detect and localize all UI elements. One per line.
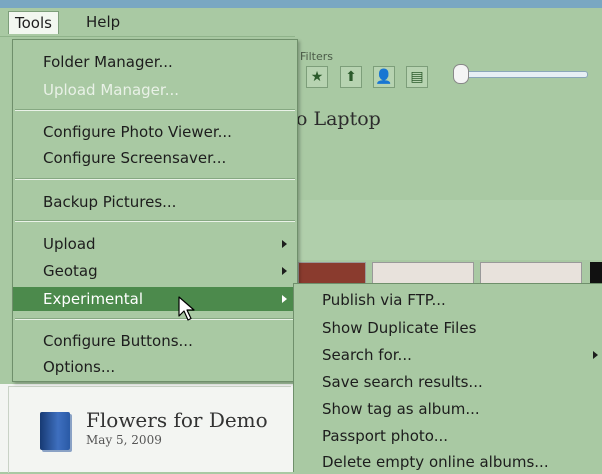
submenu-item-passport-photo[interactable]: Passport photo... bbox=[294, 424, 602, 448]
up-arrow-filter-icon[interactable]: ⬆ bbox=[340, 66, 362, 88]
menu-item-geotag[interactable]: Geotag bbox=[13, 259, 297, 283]
menu-item-backup-pictures[interactable]: Backup Pictures... bbox=[13, 190, 297, 214]
filter-slider-handle[interactable] bbox=[453, 64, 469, 84]
mouse-pointer-icon bbox=[178, 296, 195, 321]
menu-item-upload-manager: Upload Manager... bbox=[43, 81, 180, 99]
submenu-arrow-icon bbox=[593, 351, 598, 359]
menu-separator bbox=[15, 178, 295, 180]
submenu-item-save-search-results[interactable]: Save search results... bbox=[294, 370, 602, 394]
submenu-item-show-duplicates[interactable]: Show Duplicate Files bbox=[294, 316, 602, 340]
menu-item-configure-photo-viewer[interactable]: Configure Photo Viewer... bbox=[13, 120, 297, 144]
filter-slider-track[interactable] bbox=[460, 71, 588, 78]
menu-item-folder-manager[interactable]: Folder Manager... bbox=[13, 50, 297, 74]
submenu-item-search-for[interactable]: Search for... bbox=[294, 343, 602, 367]
person-filter-icon[interactable]: 👤 bbox=[373, 66, 395, 88]
filters-label: Filters bbox=[300, 50, 333, 63]
folder-title: o Laptop bbox=[296, 108, 381, 130]
menu-item-configure-buttons[interactable]: Configure Buttons... bbox=[13, 329, 297, 353]
menu-item-experimental[interactable]: Experimental bbox=[13, 287, 297, 311]
section-divider bbox=[295, 200, 602, 260]
submenu-arrow-icon bbox=[282, 240, 287, 248]
star-filter-icon[interactable]: ★ bbox=[306, 66, 328, 88]
film-filter-icon[interactable]: ▤ bbox=[406, 66, 428, 88]
submenu-item-delete-empty-albums[interactable]: Delete empty online albums... bbox=[294, 450, 602, 474]
submenu-arrow-icon bbox=[282, 267, 287, 275]
menu-separator bbox=[15, 220, 295, 222]
submenu-arrow-icon bbox=[282, 295, 287, 303]
tools-dropdown-menu: Folder Manager... Upload Manager... Conf… bbox=[12, 39, 298, 382]
menu-help[interactable]: Help bbox=[80, 11, 126, 33]
menu-bar: Tools Help bbox=[0, 8, 602, 37]
menu-item-options[interactable]: Options... bbox=[13, 355, 297, 379]
album-title[interactable]: Flowers for Demo bbox=[86, 408, 268, 432]
menu-separator bbox=[15, 109, 295, 111]
submenu-item-publish-ftp[interactable]: Publish via FTP... bbox=[294, 288, 602, 312]
experimental-submenu: Publish via FTP... Show Duplicate Files … bbox=[293, 283, 602, 472]
album-date: May 5, 2009 bbox=[86, 433, 162, 447]
window-top-strip bbox=[0, 0, 602, 8]
submenu-item-show-tag-as-album[interactable]: Show tag as album... bbox=[294, 397, 602, 421]
album-book-icon bbox=[40, 412, 70, 450]
menu-tools[interactable]: Tools bbox=[8, 11, 59, 34]
menu-item-configure-screensaver[interactable]: Configure Screensaver... bbox=[13, 146, 297, 170]
menu-item-upload[interactable]: Upload bbox=[13, 232, 297, 256]
menu-separator bbox=[15, 318, 295, 320]
